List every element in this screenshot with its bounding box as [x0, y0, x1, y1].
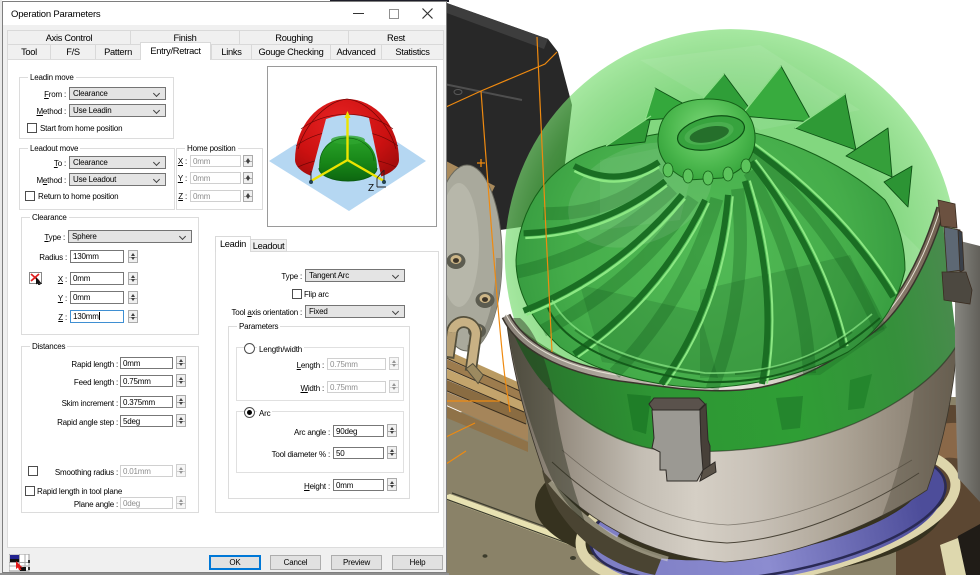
svg-text:Z: Z [368, 183, 374, 194]
